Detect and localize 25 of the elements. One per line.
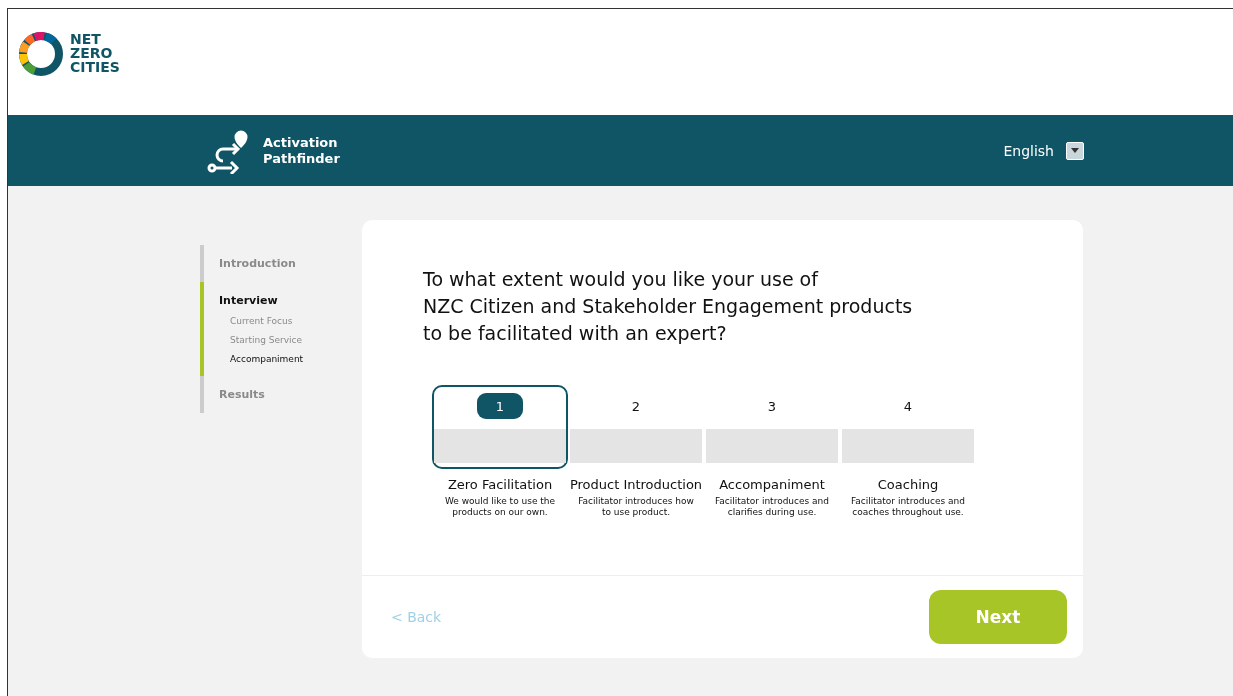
option-selector[interactable]: 2 bbox=[568, 385, 704, 469]
caret-icon bbox=[1071, 148, 1079, 153]
sidebar-item[interactable]: Accompaniment bbox=[230, 354, 362, 364]
logo-text: NET ZERO CITIES bbox=[70, 32, 120, 74]
question-text: To what extent would you like your use of NZC Citizen and Stakeholder Engagement products to be facilitated with an expert? bbox=[422, 267, 914, 346]
option-number: 4 bbox=[902, 397, 914, 416]
option-description: Facilitator introduces and coaches throughout use. bbox=[849, 496, 967, 518]
option-title: Zero Facilitation bbox=[447, 477, 553, 492]
language-dropdown[interactable] bbox=[1066, 141, 1084, 160]
option-title: Accompaniment bbox=[719, 477, 825, 492]
language-label: English bbox=[1003, 142, 1054, 159]
option-title: Coaching bbox=[877, 477, 939, 492]
logo-ring-icon bbox=[18, 31, 64, 77]
option-selector[interactable]: 3 bbox=[704, 385, 840, 469]
option-number: 3 bbox=[766, 397, 778, 416]
option-number: 2 bbox=[630, 397, 642, 416]
option-number: 1 bbox=[477, 393, 523, 419]
option-title: Product Introduction bbox=[569, 477, 703, 492]
option-description: We would like to use the products on our own. bbox=[443, 496, 557, 518]
sidebar-section[interactable]: Interview bbox=[219, 294, 362, 307]
option-description: Facilitator introduces how to use product. bbox=[577, 496, 695, 518]
option-selector[interactable]: 4 bbox=[840, 385, 976, 469]
option-selector[interactable]: 1 bbox=[432, 385, 568, 469]
app-title: Activation Pathfinder bbox=[263, 134, 340, 167]
option-description: Facilitator introduces and clarifies during use. bbox=[713, 496, 831, 518]
